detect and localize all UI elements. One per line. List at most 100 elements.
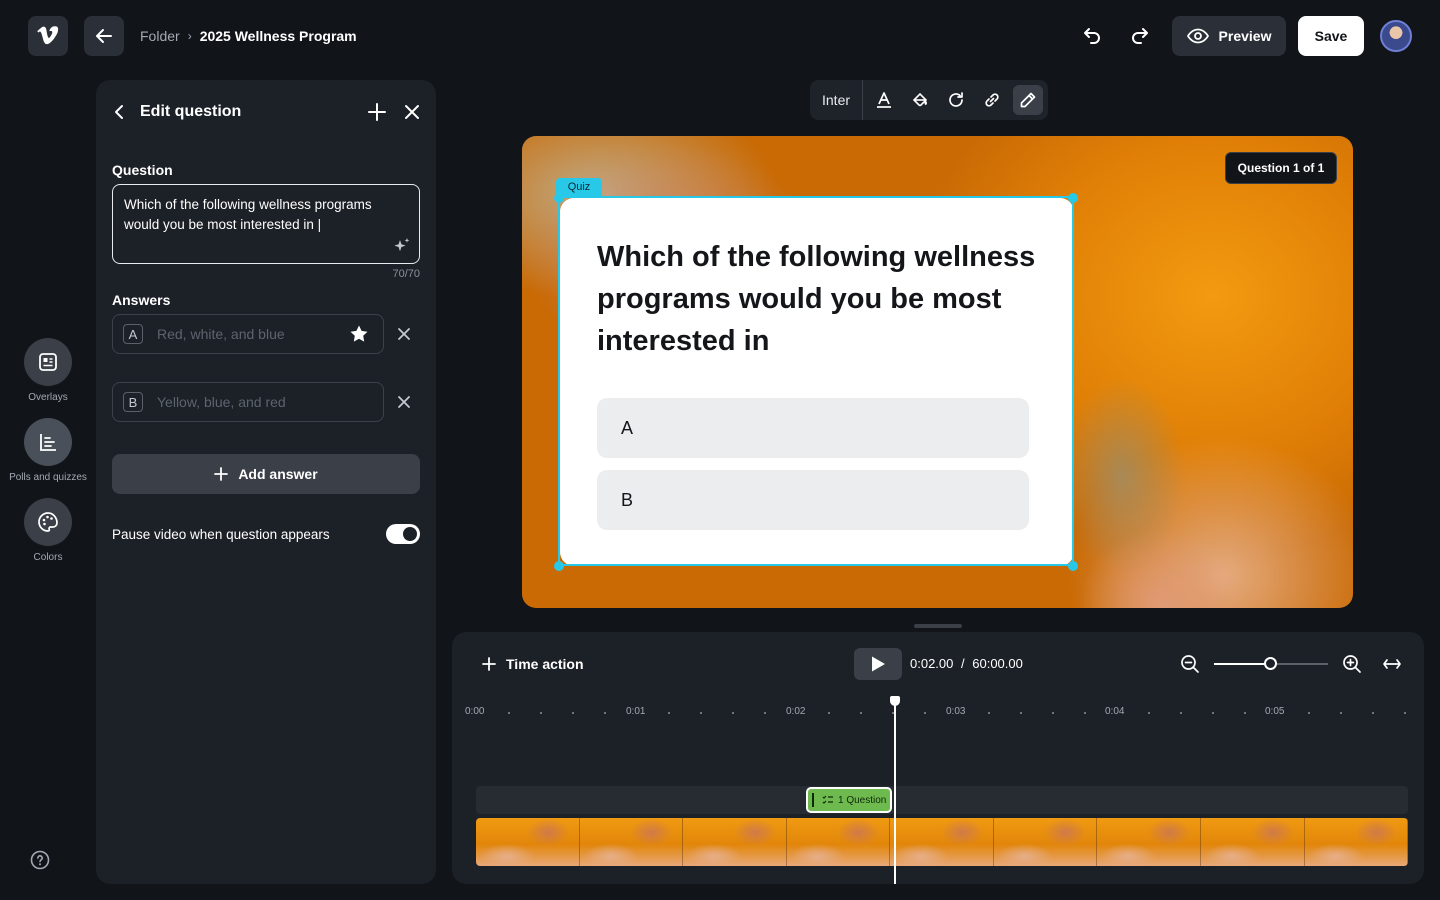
play-button[interactable] [854, 648, 902, 680]
pause-video-label: Pause video when question appears [112, 526, 330, 542]
undo-icon [1084, 28, 1100, 44]
answer-input-b[interactable]: B Yellow, blue, and red [112, 382, 384, 422]
question-input[interactable]: Which of the following wellness programs… [112, 184, 420, 264]
current-time: 0:02.00 [910, 656, 954, 671]
remove-answer-a-icon[interactable] [396, 326, 412, 342]
add-answer-button[interactable]: Add answer [112, 454, 420, 494]
ruler-dot [1084, 712, 1086, 714]
ruler-dot [604, 712, 606, 714]
rail-label-overlays: Overlays [28, 392, 68, 403]
ruler-tick-label: 0:05 [1265, 706, 1285, 717]
fit-width-icon[interactable] [1382, 654, 1402, 674]
time-action-label: Time action [506, 656, 584, 672]
ruler-tick-label: 0:03 [946, 706, 966, 717]
ruler-dot [1180, 712, 1182, 714]
help-button[interactable] [30, 850, 50, 870]
ruler-dot [1244, 712, 1246, 714]
quiz-option-a[interactable]: A [597, 398, 1029, 458]
save-button[interactable]: Save [1298, 16, 1364, 56]
checklist-icon [822, 795, 833, 804]
quiz-option-letter-a: A [620, 417, 633, 438]
quiz-option-letter-b: B [620, 489, 633, 510]
ruler-dot [1212, 712, 1214, 714]
pause-video-toggle[interactable] [386, 524, 420, 544]
total-time: 60:00.00 [972, 656, 1023, 671]
answer-letter-a: A [123, 324, 143, 344]
sparkle-icon[interactable] [393, 237, 411, 255]
playhead-handle[interactable] [890, 696, 900, 706]
rotate-icon [949, 92, 963, 107]
redo-icon [1132, 28, 1148, 44]
rotate-button[interactable] [941, 85, 971, 115]
zoom-out-icon[interactable] [1180, 654, 1200, 674]
edit-question-panel: Edit question Question Which of the foll… [96, 80, 436, 884]
answer-letter-b: B [123, 392, 143, 412]
zoom-slider-handle[interactable] [1264, 657, 1277, 670]
film-frame [1097, 818, 1201, 866]
ruler-tick-label: 0:04 [1105, 706, 1125, 717]
film-frame [1304, 818, 1408, 866]
ruler-dot [1372, 712, 1374, 714]
film-frame [993, 818, 1098, 866]
remove-answer-b-icon[interactable] [396, 394, 412, 410]
star-icon[interactable] [349, 324, 369, 344]
ruler-dot [1052, 712, 1054, 714]
ruler-dot [540, 712, 542, 714]
undo-button[interactable] [1080, 24, 1104, 48]
character-counter: 70/70 [392, 268, 420, 280]
link-button[interactable] [977, 85, 1007, 115]
preview-label: Preview [1218, 28, 1272, 44]
panel-resize-grip[interactable] [914, 624, 962, 628]
preview-button[interactable]: Preview [1172, 16, 1286, 56]
video-filmstrip[interactable] [476, 818, 1408, 866]
question-input-text: Which of the following wellness programs… [124, 197, 372, 232]
toggle-knob [403, 527, 417, 541]
clip-label: 1 Question [838, 794, 887, 806]
question-clip[interactable]: 1 Question [806, 787, 892, 813]
ruler-dot [572, 712, 574, 714]
resize-handle-top-right[interactable] [1068, 193, 1078, 203]
timecode: 0:02.00 / 60:00.00 [910, 656, 1023, 671]
rail-circle-overlays [24, 338, 72, 386]
resize-handle-bottom-left[interactable] [554, 561, 564, 571]
ruler-dot [668, 712, 670, 714]
chevron-left-icon[interactable] [112, 104, 128, 120]
play-icon [872, 656, 885, 672]
ruler-dot [1148, 712, 1150, 714]
plus-icon[interactable] [368, 103, 386, 121]
ruler-tick-label: 0:02 [786, 706, 806, 717]
edit-button[interactable] [1013, 85, 1044, 115]
vimeo-logo[interactable] [28, 16, 68, 56]
rail-item-polls[interactable]: Polls and quizzes [0, 418, 96, 483]
redo-button[interactable] [1128, 24, 1152, 48]
resize-handle-bottom-right[interactable] [1068, 561, 1078, 571]
fill-color-button[interactable] [905, 85, 935, 115]
breadcrumb-current: 2025 Wellness Program [199, 28, 357, 44]
rail-item-colors[interactable]: Colors [0, 498, 96, 563]
ruler-dot [860, 712, 862, 714]
answer-input-a[interactable]: A Red, white, and blue [112, 314, 384, 354]
rail-circle-colors [24, 498, 72, 546]
back-button[interactable] [84, 16, 124, 56]
arrow-left-icon [96, 29, 112, 43]
font-family-select[interactable]: Inter [822, 80, 864, 120]
user-avatar[interactable] [1380, 20, 1412, 52]
zoom-in-icon[interactable] [1342, 654, 1362, 674]
answers-label: Answers [112, 292, 171, 308]
rail-label-polls: Polls and quizzes [9, 472, 87, 483]
close-icon[interactable] [404, 104, 420, 120]
quiz-option-b[interactable]: B [597, 470, 1029, 530]
ruler-dot [764, 712, 766, 714]
overlays-icon [39, 353, 57, 371]
time-action-button[interactable]: Time action [482, 654, 584, 674]
text-color-button[interactable] [869, 85, 899, 115]
breadcrumb-folder[interactable]: Folder [140, 28, 180, 44]
answer-placeholder-a: Red, white, and blue [157, 326, 285, 342]
overlay-track[interactable] [476, 786, 1408, 814]
clip-trim-handle[interactable] [812, 793, 814, 807]
answer-placeholder-b: Yellow, blue, and red [157, 394, 286, 410]
playhead[interactable] [894, 700, 896, 884]
film-frame [579, 818, 684, 866]
rail-item-overlays[interactable]: Overlays [0, 338, 96, 403]
film-frame [1200, 818, 1305, 866]
